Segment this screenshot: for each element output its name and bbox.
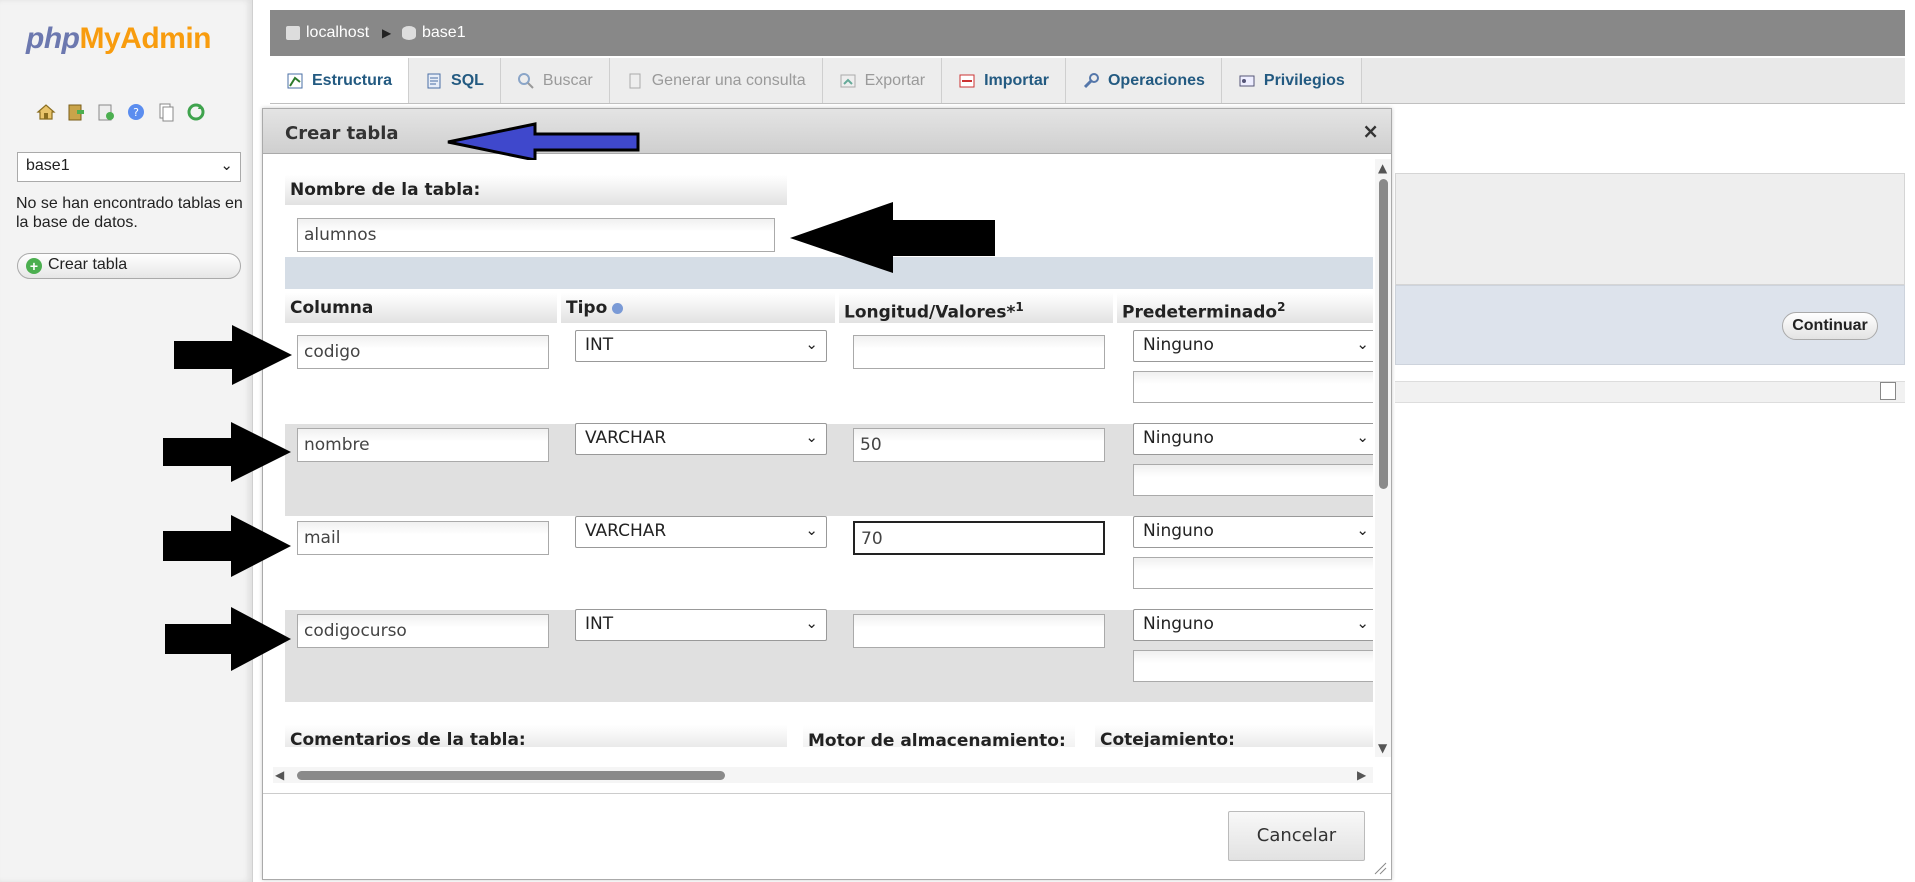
column-default-select[interactable]: Ninguno ⌄ xyxy=(1133,423,1373,455)
column-header-length: Longitud/Valores*1 xyxy=(839,293,1113,323)
horizontal-scroll-thumb[interactable] xyxy=(297,771,725,780)
column-header-name: Columna xyxy=(285,293,557,323)
database-icon xyxy=(402,26,416,40)
query-icon xyxy=(629,73,641,88)
column-type-select[interactable]: VARCHAR ⌄ xyxy=(575,423,827,455)
phpmyadmin-logo[interactable]: phpMyAdmin xyxy=(26,22,211,56)
sql-icon xyxy=(427,73,441,88)
column-default-value-input[interactable] xyxy=(1133,650,1373,682)
wrench-icon xyxy=(1083,72,1099,88)
tab-estructura[interactable]: Estructura xyxy=(270,58,410,103)
scroll-down-icon[interactable]: ▼ xyxy=(1378,741,1387,755)
chevron-down-icon: ⌄ xyxy=(1356,521,1369,539)
background-row xyxy=(1395,381,1905,403)
annotation-arrow-black xyxy=(174,325,292,385)
query-window-icon[interactable] xyxy=(96,102,116,122)
cancel-button[interactable]: Cancelar xyxy=(1228,811,1365,861)
info-icon[interactable] xyxy=(612,302,624,314)
column-header-default: Predeterminado2 xyxy=(1117,293,1373,323)
annotation-arrow-black xyxy=(165,607,291,671)
column-default-select[interactable]: Ninguno ⌄ xyxy=(1133,330,1373,362)
annotation-arrow-black xyxy=(790,202,995,273)
database-select[interactable]: base1 ⌄ xyxy=(17,152,241,182)
scroll-right-icon[interactable]: ▶ xyxy=(1357,768,1366,782)
dialog-footer xyxy=(263,793,1391,881)
table-name-label: Nombre de la tabla: xyxy=(285,175,787,205)
column-default-value-input[interactable] xyxy=(1133,371,1373,403)
tab-exportar[interactable]: Exportar xyxy=(822,58,943,103)
chevron-down-icon: ⌄ xyxy=(805,335,818,353)
column-default-select[interactable]: Ninguno ⌄ xyxy=(1133,516,1373,548)
tab-operaciones[interactable]: Operaciones xyxy=(1065,58,1222,103)
breadcrumb-database[interactable]: base1 xyxy=(402,24,466,42)
scroll-up-icon[interactable]: ▲ xyxy=(1378,161,1387,175)
column-name-input[interactable]: nombre xyxy=(297,428,549,462)
chevron-down-icon: ⌄ xyxy=(805,614,818,632)
chevron-down-icon: ⌄ xyxy=(220,157,233,174)
storage-engine-label: Motor de almacenamiento: xyxy=(803,725,1075,747)
column-default-value-input[interactable] xyxy=(1133,464,1373,496)
column-name-input[interactable]: mail xyxy=(297,521,549,555)
annotation-arrow-black xyxy=(163,422,291,482)
tab-sql[interactable]: SQL xyxy=(409,58,501,103)
chevron-down-icon: ⌄ xyxy=(1356,614,1369,632)
privileges-icon xyxy=(1239,75,1255,86)
vertical-scrollbar[interactable]: ▲ ▼ xyxy=(1375,159,1391,757)
column-length-input[interactable] xyxy=(853,335,1105,369)
page-settings-icon[interactable] xyxy=(1880,382,1896,400)
column-type-select[interactable]: VARCHAR ⌄ xyxy=(575,516,827,548)
svg-text:?: ? xyxy=(133,106,139,119)
nav-create-table-button[interactable]: + Crear tabla xyxy=(17,253,241,279)
no-tables-message: No se han encontrado tablas en la base d… xyxy=(16,195,243,231)
chevron-down-icon: ⌄ xyxy=(805,521,818,539)
annotation-arrow-blue xyxy=(447,122,640,160)
logout-icon[interactable] xyxy=(66,102,86,122)
main-tabs: Estructura SQL Buscar Generar una consul… xyxy=(270,58,1905,104)
search-icon xyxy=(517,72,534,89)
table-comments-label: Comentarios de la tabla: xyxy=(285,725,787,747)
structure-icon xyxy=(287,73,303,88)
column-length-input[interactable]: 70 xyxy=(853,521,1105,555)
plus-icon: + xyxy=(26,258,42,274)
export-icon xyxy=(840,74,856,87)
tab-importar[interactable]: Importar xyxy=(942,58,1066,103)
annotation-arrow-black xyxy=(163,515,291,577)
column-name-input[interactable]: codigocurso xyxy=(297,614,549,648)
close-icon[interactable]: × xyxy=(1362,119,1379,143)
home-icon[interactable] xyxy=(36,102,56,122)
chevron-down-icon: ⌄ xyxy=(1356,335,1369,353)
column-type-select[interactable]: INT ⌄ xyxy=(575,330,827,362)
resize-handle-icon[interactable] xyxy=(1373,861,1387,875)
column-default-select[interactable]: Ninguno ⌄ xyxy=(1133,609,1373,641)
horizontal-scrollbar[interactable]: ◀ ▶ xyxy=(273,767,1373,783)
column-default-value-input[interactable] xyxy=(1133,557,1373,589)
column-type-select[interactable]: INT ⌄ xyxy=(575,609,827,641)
background-panel xyxy=(1395,173,1905,285)
chevron-down-icon: ⌄ xyxy=(805,428,818,446)
reload-icon[interactable] xyxy=(186,102,206,122)
chevron-down-icon: ⌄ xyxy=(1356,428,1369,446)
table-name-input[interactable]: alumnos xyxy=(297,218,775,252)
tab-buscar[interactable]: Buscar xyxy=(500,58,610,103)
continue-button[interactable]: Continuar xyxy=(1782,312,1878,340)
nav-icon-bar: ? xyxy=(36,102,206,122)
breadcrumb-separator-icon: ▶ xyxy=(382,26,392,40)
column-length-input[interactable] xyxy=(853,614,1105,648)
docs-icon[interactable] xyxy=(156,102,176,122)
column-header-type: Tipo xyxy=(561,293,835,323)
help-icon[interactable]: ? xyxy=(126,102,146,122)
vertical-scroll-thumb[interactable] xyxy=(1379,179,1388,489)
column-name-input[interactable]: codigo xyxy=(297,335,549,369)
scroll-left-icon[interactable]: ◀ xyxy=(275,768,284,782)
import-icon xyxy=(959,74,975,87)
column-length-input[interactable]: 50 xyxy=(853,428,1105,462)
collation-label: Cotejamiento: xyxy=(1095,725,1373,747)
breadcrumb-server[interactable]: localhost xyxy=(286,24,369,42)
tab-generar-consulta[interactable]: Generar una consulta xyxy=(609,58,823,103)
tab-privilegios[interactable]: Privilegios xyxy=(1221,58,1362,103)
dialog-title: Crear tabla xyxy=(263,109,1391,154)
breadcrumb: localhost ▶ base1 xyxy=(270,10,1905,56)
server-icon xyxy=(286,26,300,40)
